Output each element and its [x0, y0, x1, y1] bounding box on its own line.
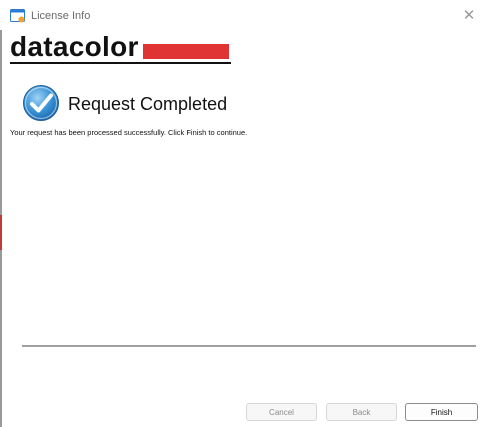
cancel-button[interactable]: Cancel [246, 403, 317, 421]
close-icon[interactable]: ✕ [459, 6, 479, 26]
window-left-edge [0, 0, 2, 427]
logo-wordmark: datacolor [10, 31, 139, 62]
license-info-window: License Info ✕ datacolor Request Complet… [0, 0, 483, 427]
window-title: License Info [31, 10, 91, 22]
title-bar[interactable]: License Info ✕ [0, 0, 483, 30]
app-window-icon [10, 9, 26, 23]
check-icon [22, 84, 60, 122]
status-heading: Request Completed [68, 94, 228, 114]
logo-red-bar [142, 44, 229, 59]
back-button[interactable]: Back [326, 403, 397, 421]
logo-underline [10, 62, 231, 64]
datacolor-logo: datacolor [10, 33, 229, 61]
finish-button[interactable]: Finish [405, 403, 478, 421]
footer-separator [22, 345, 476, 347]
status-message: Your request has been processed successf… [10, 128, 248, 137]
